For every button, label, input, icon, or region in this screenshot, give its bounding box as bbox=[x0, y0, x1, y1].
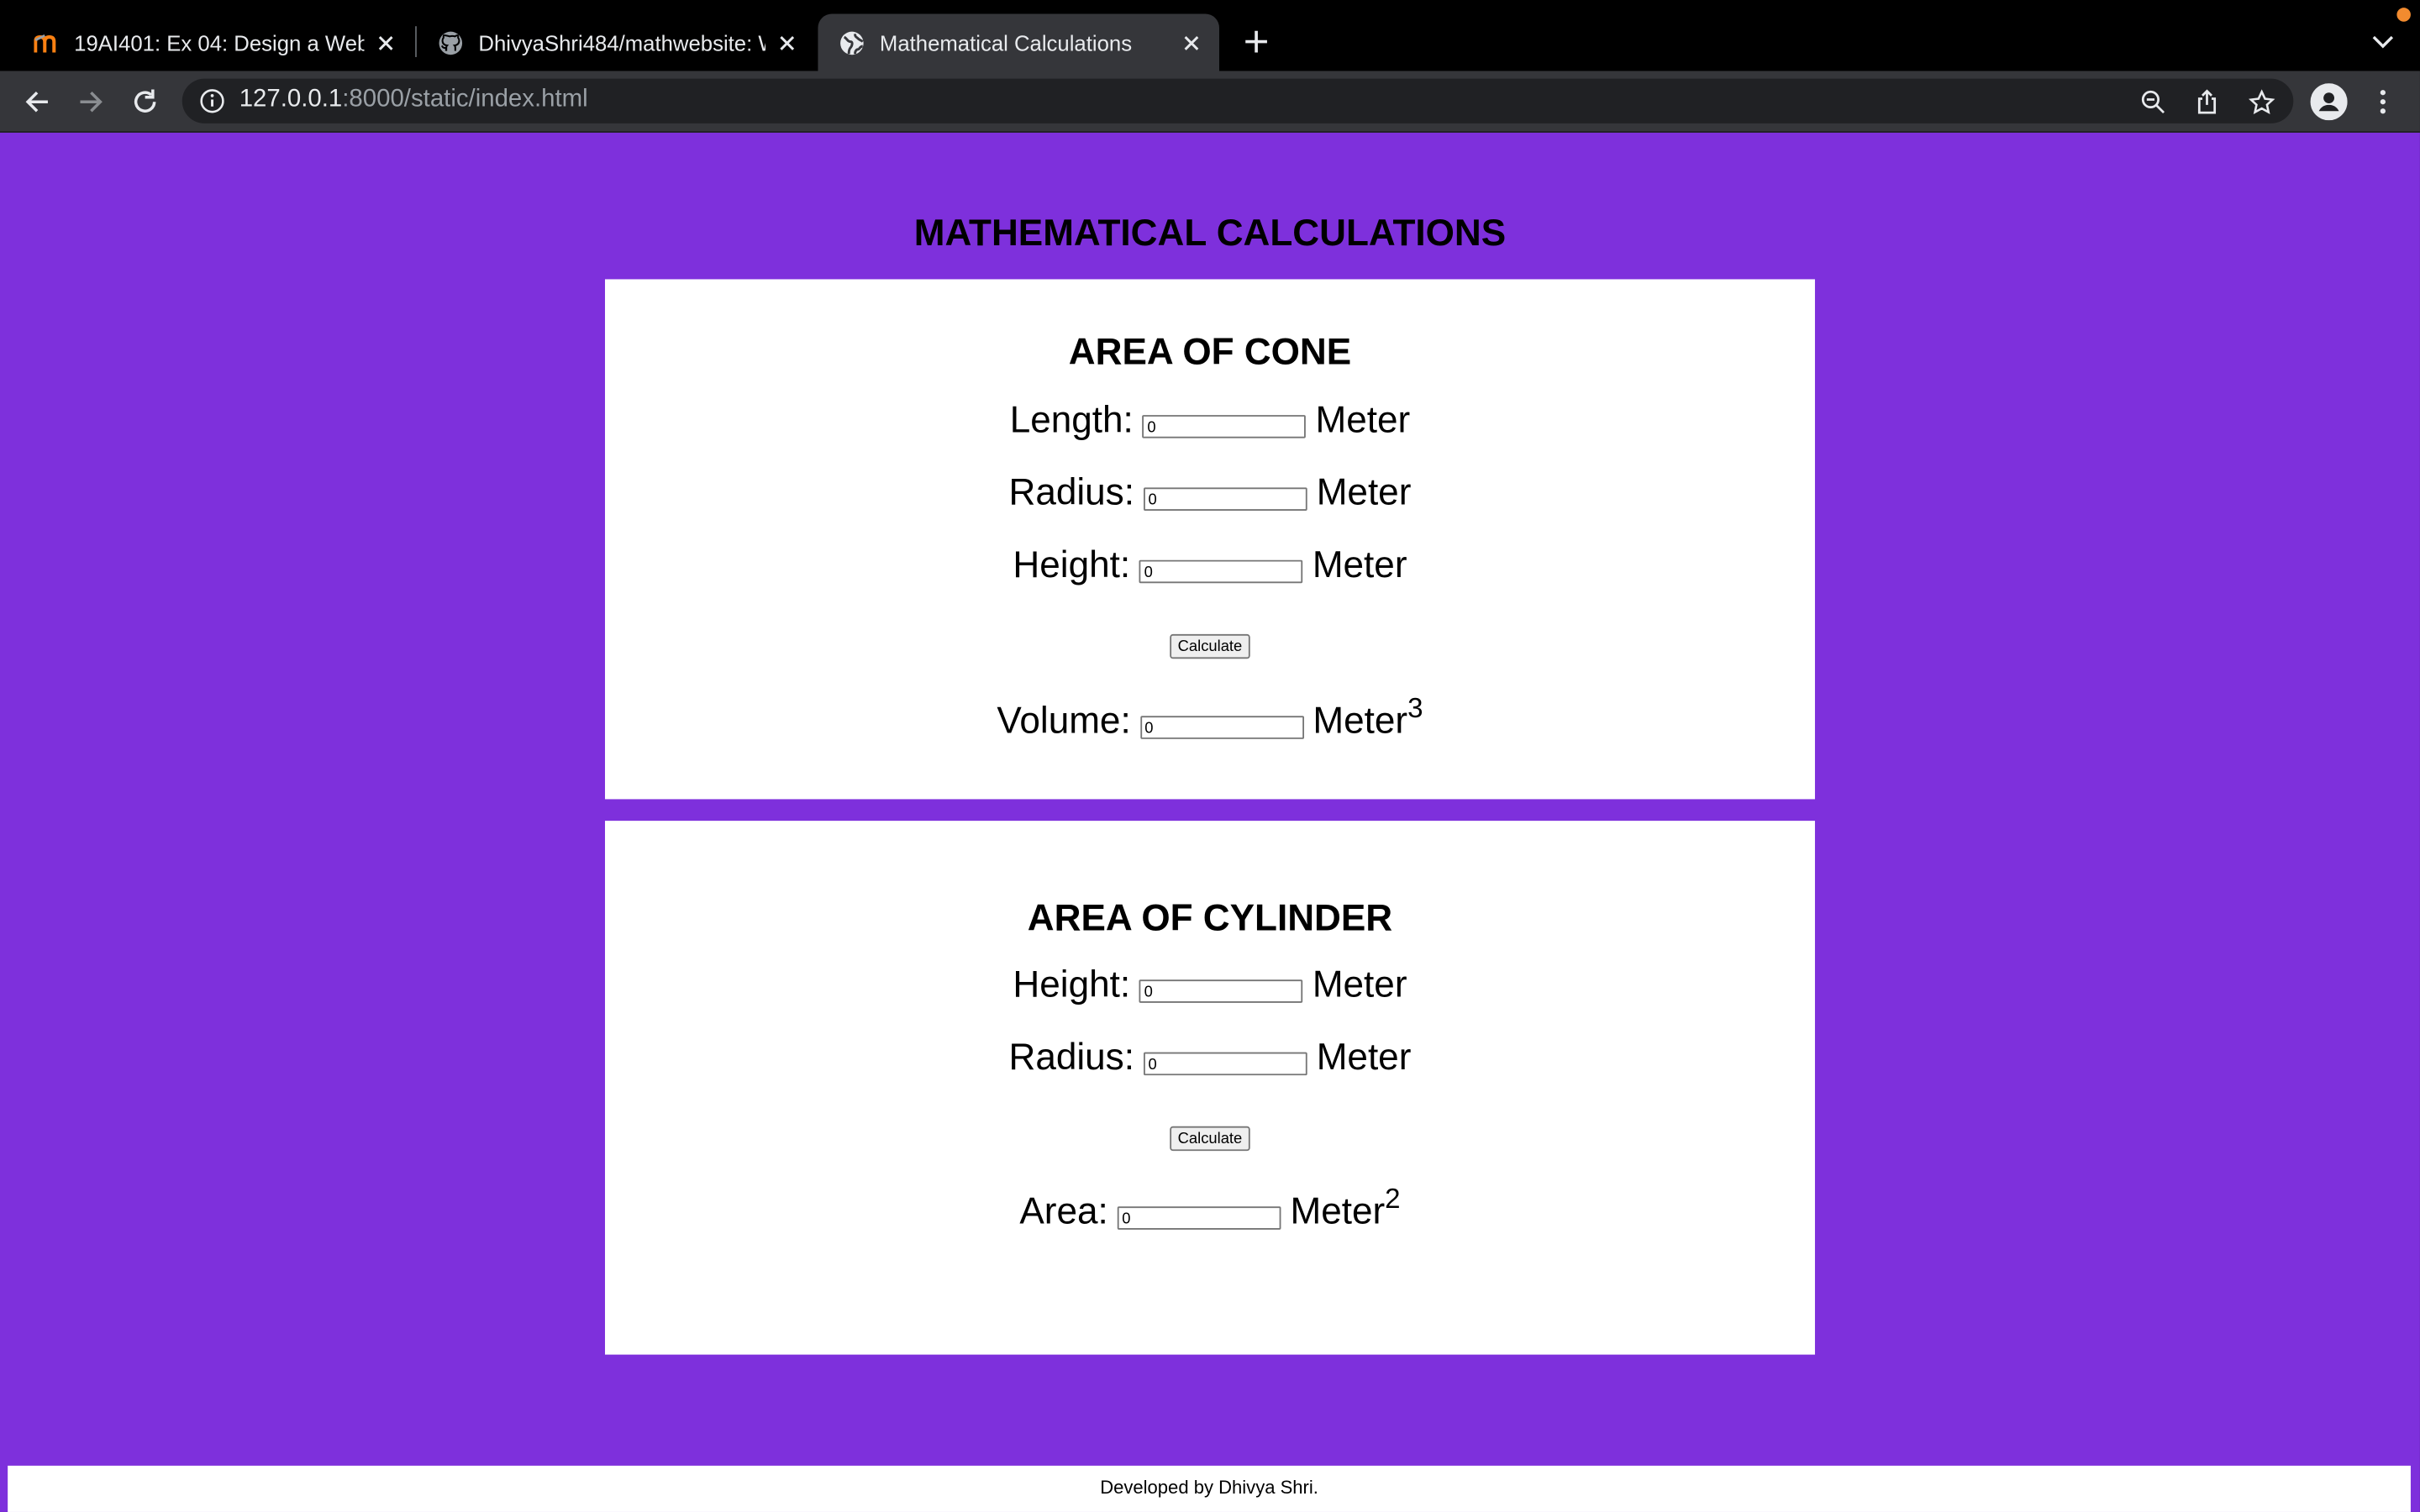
cone-calculate-button[interactable]: Calculate bbox=[1170, 633, 1250, 659]
tab-title: Mathematical Calculations bbox=[879, 29, 1133, 55]
cone-volume-output[interactable] bbox=[1139, 716, 1304, 739]
height-label: Height: bbox=[1013, 963, 1131, 1006]
cylinder-area-output[interactable] bbox=[1117, 1206, 1281, 1230]
browser-toolbar: 127.0.0.1:8000/static/index.html bbox=[0, 71, 2420, 133]
unit-label: Meter bbox=[1312, 544, 1407, 586]
unit-exponent: 2 bbox=[1385, 1183, 1401, 1215]
reload-button[interactable] bbox=[127, 83, 164, 120]
tab-mathematical-calculations[interactable]: Mathematical Calculations bbox=[818, 13, 1219, 71]
tab-moodle[interactable]: 19AI401: Ex 04: Design a Webs bbox=[13, 14, 414, 71]
moodle-icon bbox=[34, 30, 58, 55]
avatar-icon bbox=[2310, 83, 2348, 121]
notification-dot bbox=[2396, 8, 2411, 22]
close-icon[interactable] bbox=[373, 30, 397, 55]
star-icon bbox=[2248, 88, 2275, 114]
url-path: :8000/static/index.html bbox=[342, 86, 588, 113]
result-unit-text: Meter bbox=[1290, 1190, 1386, 1233]
cone-radius-row: Radius: Meter bbox=[605, 472, 1815, 515]
cone-volume-row: Volume: Meter3 bbox=[605, 695, 1815, 743]
plus-icon bbox=[1245, 30, 1267, 53]
result-unit-text: Meter bbox=[1313, 700, 1408, 743]
cone-card: AREA OF CONE Length: Meter Radius: Meter… bbox=[604, 279, 1815, 800]
cone-title: AREA OF CONE bbox=[1068, 331, 1352, 374]
arrow-left-icon bbox=[25, 91, 48, 113]
page-title: MATHEMATICAL CALCULATIONS bbox=[913, 213, 1507, 255]
more-vert-icon bbox=[2380, 90, 2386, 114]
chevron-down-icon bbox=[2372, 35, 2394, 49]
volume-label: Volume: bbox=[997, 700, 1131, 743]
radius-label: Radius: bbox=[1008, 1037, 1134, 1079]
menu-button[interactable] bbox=[2365, 83, 2402, 120]
url-text[interactable]: 127.0.0.1:8000/static/index.html bbox=[239, 87, 588, 114]
unit-label: Meter bbox=[1316, 1037, 1412, 1079]
tab-title: DhivyaShri484/mathwebsite: W bbox=[478, 29, 766, 55]
close-icon[interactable] bbox=[775, 30, 799, 55]
tab-search-button[interactable] bbox=[2367, 24, 2398, 58]
cone-height-input[interactable] bbox=[1139, 559, 1303, 584]
area-label: Area: bbox=[1019, 1190, 1108, 1233]
page-footer: Developed by Dhivya Shri. bbox=[8, 1465, 2411, 1512]
page-viewport: MATHEMATICAL CALCULATIONS AREA OF CONE L… bbox=[0, 132, 2420, 1512]
unit-label: Meter bbox=[1316, 472, 1412, 514]
share-icon bbox=[2197, 89, 2217, 114]
cone-radius-input[interactable] bbox=[1143, 487, 1307, 511]
cone-height-row: Height: Meter bbox=[605, 544, 1815, 587]
radius-label: Radius: bbox=[1008, 472, 1134, 514]
cylinder-radius-input[interactable] bbox=[1143, 1052, 1307, 1076]
length-label: Length: bbox=[1009, 399, 1134, 442]
cylinder-calculate-button[interactable]: Calculate bbox=[1170, 1126, 1250, 1152]
share-button[interactable] bbox=[2190, 85, 2223, 118]
cylinder-radius-row: Radius: Meter bbox=[605, 1037, 1815, 1079]
result-unit: Meter2 bbox=[1290, 1185, 1400, 1234]
zoom-out-icon bbox=[2141, 90, 2165, 114]
close-icon[interactable] bbox=[1179, 30, 1203, 55]
tab-title: 19AI401: Ex 04: Design a Webs bbox=[74, 29, 365, 55]
url-host: 127.0.0.1 bbox=[239, 86, 343, 113]
cylinder-height-row: Height: Meter bbox=[605, 964, 1815, 1007]
profile-button[interactable] bbox=[2310, 83, 2348, 121]
cylinder-height-input[interactable] bbox=[1139, 979, 1303, 1003]
result-unit: Meter3 bbox=[1313, 695, 1423, 743]
github-icon bbox=[439, 30, 463, 55]
cylinder-title: AREA OF CYLINDER bbox=[1027, 897, 1393, 940]
address-bar[interactable]: 127.0.0.1:8000/static/index.html bbox=[182, 78, 2294, 123]
zoom-button[interactable] bbox=[2136, 85, 2170, 118]
info-icon[interactable] bbox=[199, 88, 225, 114]
cone-length-input[interactable] bbox=[1142, 415, 1307, 438]
height-label: Height: bbox=[1013, 544, 1131, 586]
arrow-right-icon bbox=[80, 91, 103, 113]
globe-icon bbox=[839, 30, 864, 55]
unit-label: Meter bbox=[1312, 963, 1407, 1006]
forward-button[interactable] bbox=[72, 83, 109, 120]
reload-icon bbox=[134, 89, 156, 113]
tab-github[interactable]: DhivyaShri484/mathwebsite: W bbox=[417, 14, 815, 71]
new-tab-button[interactable] bbox=[1239, 24, 1273, 58]
cylinder-card: AREA OF CYLINDER Height: Meter Radius: M… bbox=[604, 821, 1815, 1355]
unit-label: Meter bbox=[1315, 399, 1411, 442]
bookmark-button[interactable] bbox=[2244, 85, 2278, 118]
cylinder-area-row: Area: Meter2 bbox=[605, 1185, 1815, 1234]
cone-length-row: Length: Meter bbox=[605, 400, 1815, 443]
tab-strip: 19AI401: Ex 04: Design a Webs DhivyaShri… bbox=[0, 0, 2420, 71]
back-button[interactable] bbox=[18, 83, 55, 120]
unit-exponent: 3 bbox=[1407, 692, 1423, 724]
